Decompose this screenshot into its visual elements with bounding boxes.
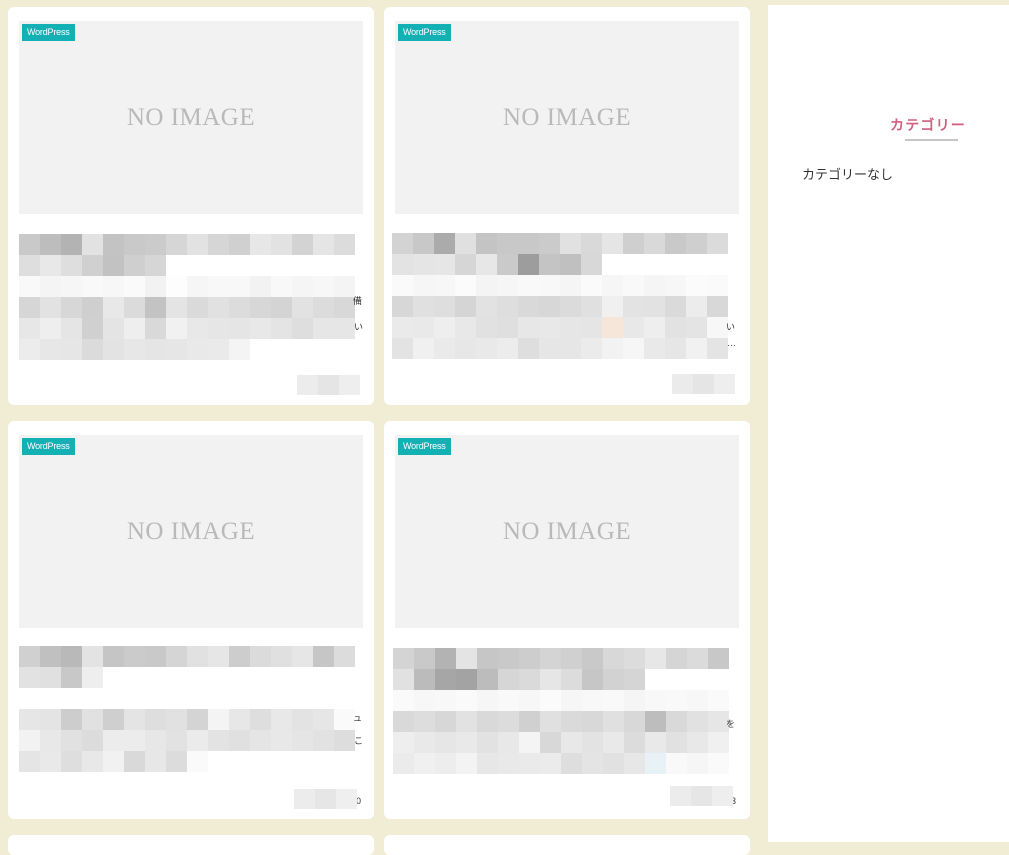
post-excerpt-redacted <box>19 709 355 772</box>
excerpt-edge-char: … <box>727 338 736 348</box>
excerpt-edge-char: ュ <box>353 713 363 723</box>
post-title-redacted[interactable] <box>19 234 355 276</box>
category-badge[interactable]: WordPress <box>22 438 75 455</box>
no-image-text: NO IMAGE <box>502 104 632 131</box>
title-underline <box>905 139 958 141</box>
post-card-partial[interactable] <box>384 835 750 855</box>
excerpt-edge-char: を <box>726 719 736 729</box>
no-image-text: NO IMAGE <box>126 104 256 131</box>
excerpt-edge-char: 備 <box>353 296 363 306</box>
post-title-redacted[interactable] <box>19 646 355 688</box>
category-badge[interactable]: WordPress <box>398 24 451 41</box>
post-date-redacted <box>672 374 735 394</box>
post-thumbnail[interactable]: NO IMAGE <box>395 435 739 628</box>
excerpt-edge-char: い <box>354 322 364 332</box>
sidebar: カテゴリー カテゴリーなし <box>768 5 1009 842</box>
post-date-redacted <box>297 375 360 395</box>
post-thumbnail[interactable]: NO IMAGE <box>395 21 739 214</box>
post-thumbnail[interactable]: NO IMAGE <box>19 21 363 214</box>
no-image-text: NO IMAGE <box>502 518 632 545</box>
no-image-text: NO IMAGE <box>126 518 256 545</box>
post-excerpt-redacted <box>19 276 355 360</box>
post-card[interactable]: NO IMAGE WordPress ュ こ 0 <box>8 421 374 819</box>
post-card[interactable]: NO IMAGE WordPress を 3 <box>384 421 750 819</box>
post-title-redacted[interactable] <box>392 233 728 275</box>
post-card-partial[interactable] <box>8 835 374 855</box>
post-excerpt-redacted <box>393 690 729 774</box>
excerpt-edge-char: こ <box>354 736 364 746</box>
category-badge[interactable]: WordPress <box>22 24 75 41</box>
excerpt-edge-char: い <box>726 322 736 332</box>
post-date-redacted <box>294 789 357 809</box>
post-title-redacted[interactable] <box>393 648 729 690</box>
post-date-redacted <box>670 786 733 806</box>
category-badge[interactable]: WordPress <box>398 438 451 455</box>
category-widget-title: カテゴリー <box>890 117 966 133</box>
post-excerpt-redacted <box>392 275 728 359</box>
category-item-uncategorized[interactable]: カテゴリーなし <box>802 164 893 183</box>
post-card[interactable]: NO IMAGE WordPress 備 い <box>8 7 374 405</box>
post-thumbnail[interactable]: NO IMAGE <box>19 435 363 628</box>
post-card[interactable]: NO IMAGE WordPress い … <box>384 7 750 405</box>
